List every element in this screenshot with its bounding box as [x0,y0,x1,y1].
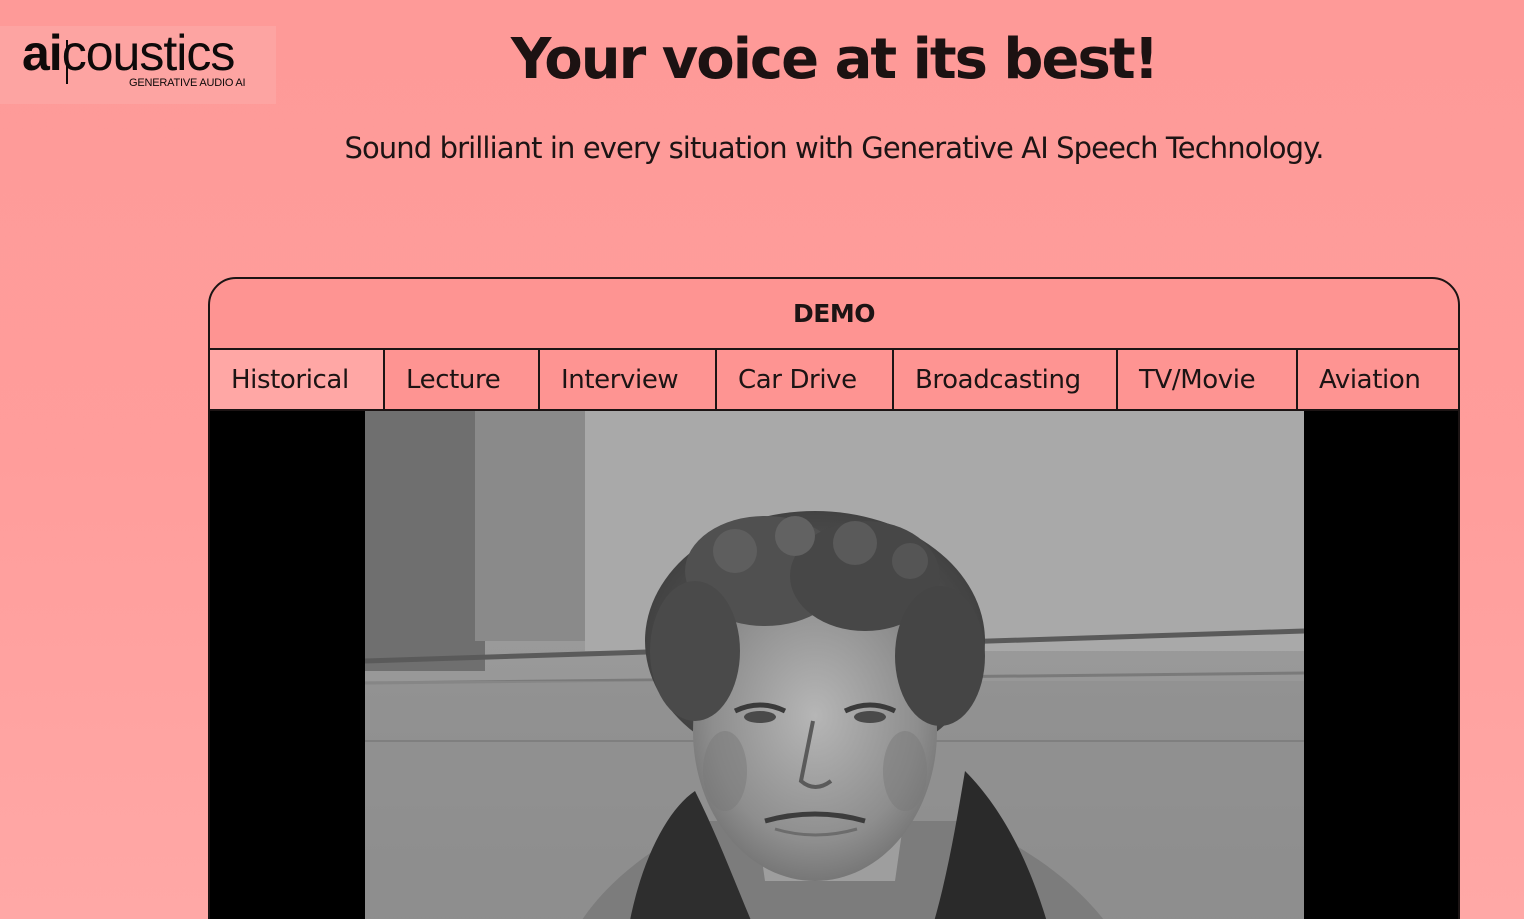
tab-aviation[interactable]: Aviation [1298,350,1458,409]
tab-historical[interactable]: Historical [210,350,385,409]
tab-tv-movie[interactable]: TV/Movie [1118,350,1298,409]
tab-broadcasting[interactable]: Broadcasting [894,350,1118,409]
video-frame [365,411,1304,919]
tab-lecture[interactable]: Lecture [385,350,540,409]
demo-video-player[interactable] [210,411,1458,919]
tab-interview[interactable]: Interview [540,350,717,409]
demo-panel: DEMO Historical Lecture Interview Car Dr… [208,277,1460,919]
tab-car-drive[interactable]: Car Drive [717,350,894,409]
demo-tabs: Historical Lecture Interview Car Drive B… [210,350,1458,411]
demo-header: DEMO [210,279,1458,350]
hero-title: Your voice at its best! [510,27,1159,92]
historical-footage-image [365,411,1304,919]
hero-subtitle: Sound brilliant in every situation with … [344,131,1324,165]
